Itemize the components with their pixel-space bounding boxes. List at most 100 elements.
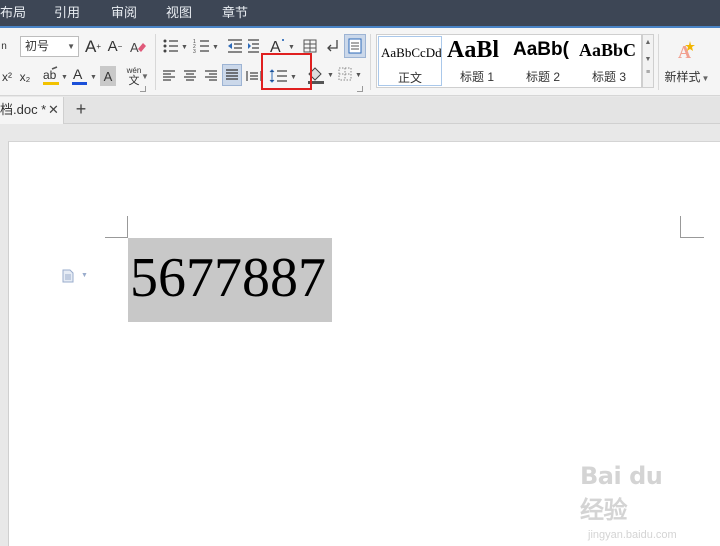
chevron-down-icon: ▼ [141,72,149,81]
selected-text[interactable]: 5677887 [130,244,326,312]
svg-text:▼: ▼ [355,72,362,79]
style-label: 正文 [397,71,422,85]
menu-references[interactable]: 引用 [54,0,80,26]
highlighter-icon: ab ▼ [43,66,67,85]
paragraph-dialog-launcher[interactable] [357,86,363,92]
svg-text:A: A [73,66,83,82]
style-preview: AaBbC [579,40,637,60]
style-normal[interactable]: AaBbCcDd 正文 [378,36,442,86]
svg-text:▼: ▼ [61,74,67,81]
svg-text:▼: ▼ [212,44,219,51]
style-gallery-scroll[interactable]: ▲ ▼ ≡ [642,34,654,88]
document-tab[interactable]: 档.doc * ✕ [0,97,64,124]
style-heading-2[interactable]: AaBb( 标题 2 [511,36,575,86]
menu-section[interactable]: 章节 [222,0,248,26]
increase-indent-icon [248,39,259,53]
chevron-down-icon: ▼ [67,42,75,51]
more-icon: ≡ [645,69,651,76]
distribute-icon [246,71,262,81]
superscript-button[interactable]: x² [0,66,14,88]
style-gallery: AaBbCcDd 正文 AaBl 标题 1 AaBb( 标题 2 AaBbC 标… [376,34,642,88]
svg-text:ab: ab [43,68,57,82]
decrease-indent-icon [228,39,242,53]
bullet-list-button[interactable]: ▼ [161,36,189,56]
font-size-select[interactable]: 初号 ▼ [20,36,79,57]
new-tab-button[interactable]: + [72,97,90,123]
font-color-icon: A ▼ [72,66,97,85]
ribbon-toolbar: n 初号 ▼ A + A − A x² x₂ ab ▼ A ▼ A wén 文 ▼ ▼ … [0,26,720,96]
table-icon [303,39,317,53]
baidu-jingyan-watermark: Bai du 经验 jingyan.baidu.com [580,462,690,541]
watermark-brand: Bai du 经验 [580,462,663,524]
increase-indent-button[interactable] [246,36,260,56]
style-label: 标题 3 [591,70,626,84]
watermark-url: jingyan.baidu.com [588,529,677,541]
return-mark-icon [327,40,338,52]
menu-review[interactable]: 审阅 [111,0,137,26]
svg-text:▼: ▼ [90,74,97,81]
document-tab-bar: 档.doc * ✕ + [0,97,720,124]
align-center-button[interactable] [183,66,197,86]
character-shading-button[interactable]: A [100,66,116,86]
align-right-icon [205,70,217,81]
distribute-button[interactable] [246,66,262,86]
paragraph-layout-icon[interactable] [62,269,74,283]
style-label: 标题 1 [459,70,494,84]
crop-mark-top-right-v [680,216,681,238]
svg-text:▼: ▼ [288,44,295,51]
group-separator [658,34,659,90]
align-right-button[interactable] [204,66,218,86]
phonetic-top: wén [126,65,142,75]
chevron-down-icon[interactable]: ▼ [81,272,88,279]
eraser-icon: A [130,40,146,55]
style-heading-3[interactable]: AaBbC 标题 3 [577,36,641,86]
align-left-icon [163,70,175,81]
chevron-up-icon: ▲ [644,39,652,46]
show-marks-button[interactable] [326,36,340,56]
svg-text:▼: ▼ [181,44,188,51]
crop-mark-top-left-v [127,216,128,238]
menu-view[interactable]: 视图 [166,0,192,26]
new-style-button[interactable]: A 新样式▼ [662,34,712,88]
style-preview: AaBb( [513,39,569,60]
font-color-button[interactable]: A ▼ [70,64,98,88]
shrink-font-button[interactable]: A − [106,36,124,57]
crop-mark-top-left-h [105,237,127,238]
justify-button[interactable] [222,64,242,86]
svg-text:3: 3 [193,49,196,54]
clear-format-button[interactable]: A [128,36,148,57]
document-tab-title: 档.doc * [0,102,47,117]
subscript-button[interactable]: x₂ [16,66,34,88]
justify-icon [226,69,238,80]
font-size-value: 初号 [25,39,50,53]
close-icon[interactable]: ✕ [48,97,59,123]
font-dialog-launcher[interactable] [140,86,146,92]
numbered-list-icon: 123▼ [193,39,219,54]
text-box-icon [348,38,362,54]
borders-icon: ▼ [338,67,362,81]
style-heading-1[interactable]: AaBl 标题 1 [445,36,509,86]
style-label: 标题 2 [525,70,560,84]
new-style-icon: A [678,40,695,62]
style-preview: AaBbCcDd [381,45,442,60]
menu-bar: 布局 引用 审阅 视图 章节 [0,0,720,26]
chevron-down-icon: ▼ [644,56,652,63]
svg-text:A: A [130,40,139,55]
group-separator [155,34,156,90]
new-style-label: 新样式▼ [664,69,710,84]
crop-mark-top-right-h [680,237,704,238]
text-box-button[interactable] [344,34,366,58]
annotation-highlight-box [261,53,312,90]
numbered-list-button[interactable]: 1 2 3 ▼ [192,36,220,56]
borders-button[interactable]: ▼ [338,64,364,86]
align-left-button[interactable] [162,66,176,86]
phonetic-bottom: 文 [128,74,140,87]
font-name-dropdown-tail[interactable]: n [0,36,8,57]
highlight-color-button[interactable]: ab ▼ [39,64,69,88]
grow-font-button[interactable]: A + [84,36,102,57]
svg-text:▼: ▼ [327,72,334,79]
decrease-indent-button[interactable] [226,36,244,56]
align-center-icon [184,70,196,81]
menu-layout[interactable]: 布局 [0,0,26,26]
group-separator [370,34,371,90]
